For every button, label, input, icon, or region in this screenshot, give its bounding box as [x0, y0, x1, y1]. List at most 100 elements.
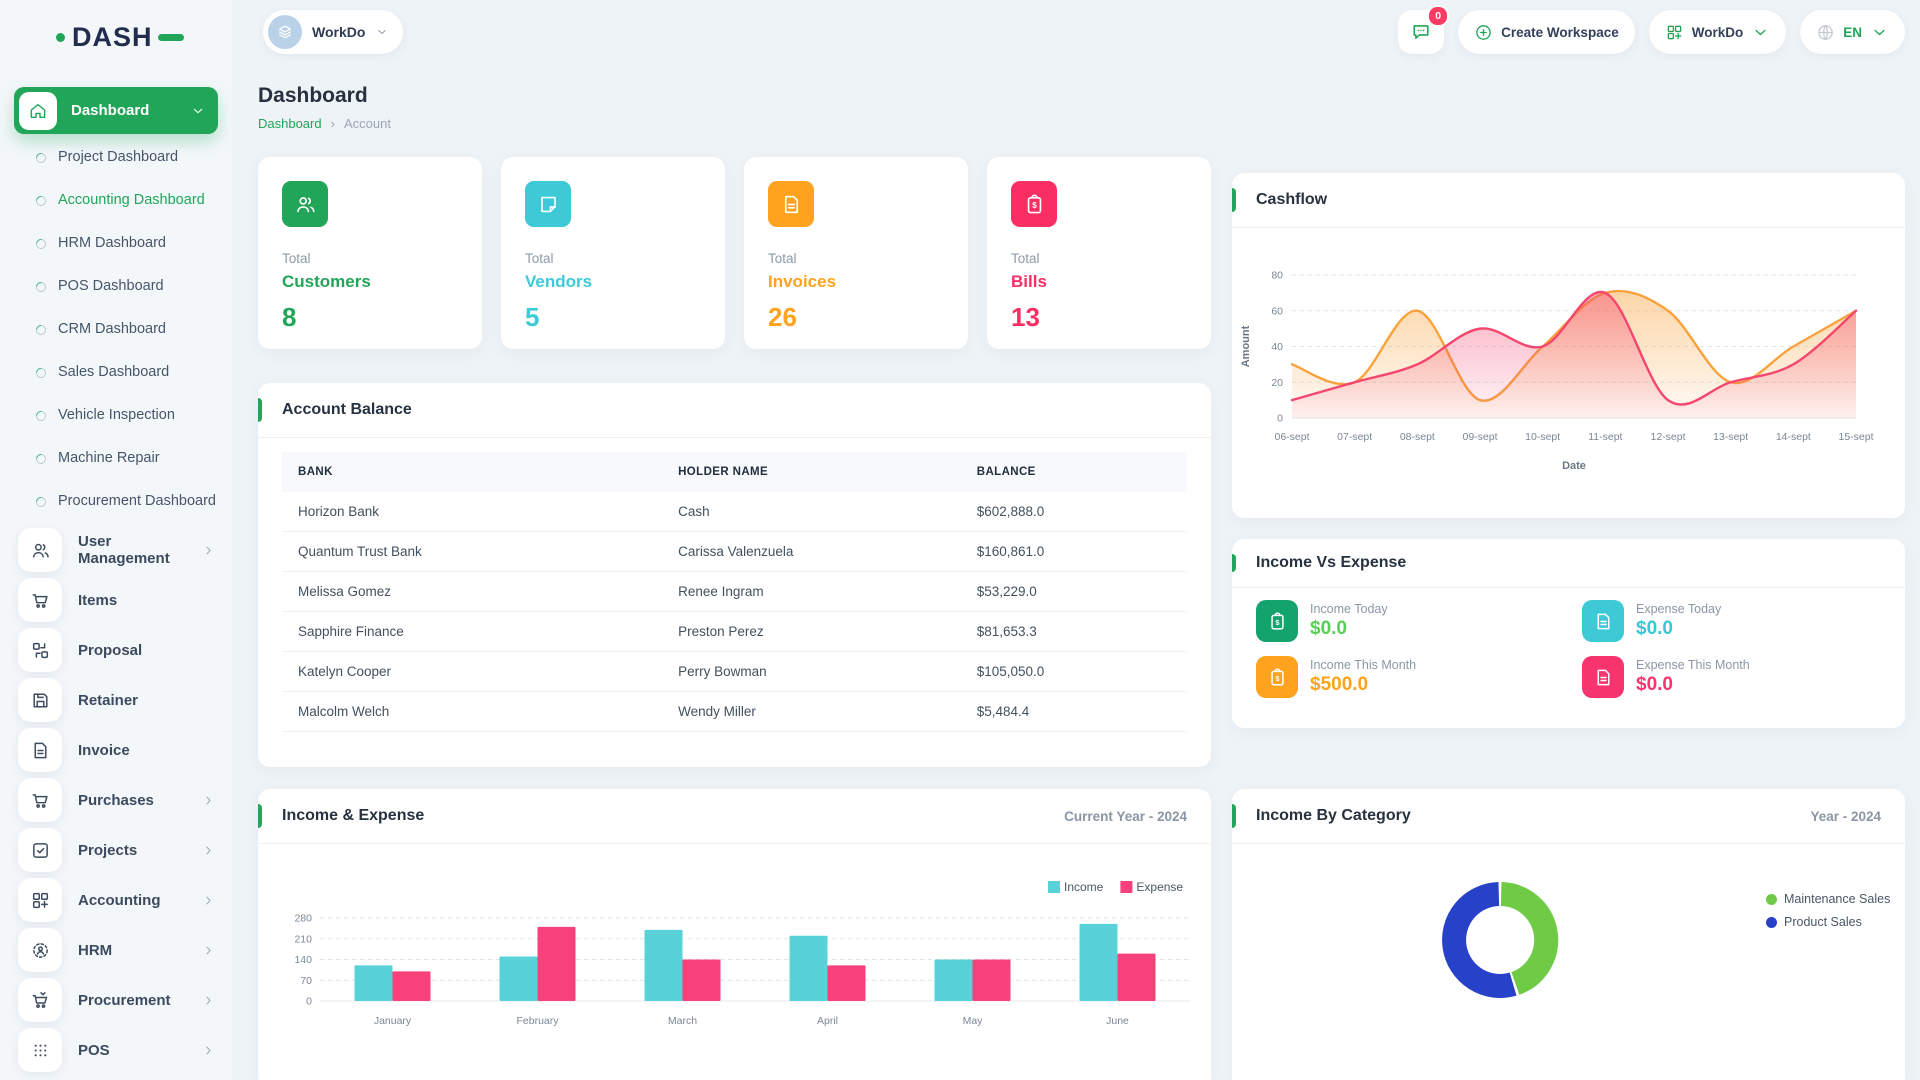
sidebar-item-proposal[interactable]: Proposal [14, 625, 218, 675]
stat-card-label: Customers [282, 272, 458, 292]
table-cell: $160,861.0 [961, 532, 1187, 572]
table-row[interactable]: Katelyn CooperPerry Bowman$105,050.0 [282, 652, 1187, 692]
sidebar-subitem-label: POS Dashboard [58, 277, 164, 297]
sidebar-subitem-label: Procurement Dashboard [58, 492, 216, 512]
sidebar-item-items[interactable]: Items [14, 575, 218, 625]
sidebar-item-user-management[interactable]: User Management [14, 525, 218, 575]
stat-card-value: 8 [282, 302, 458, 333]
sidebar-item-label: Accounting [78, 892, 201, 909]
table-row[interactable]: Horizon BankCash$602,888.0 [282, 492, 1187, 532]
icon-chip [18, 778, 62, 822]
svg-text:Date: Date [1562, 460, 1586, 472]
sidebar-item-invoice[interactable]: Invoice [14, 725, 218, 775]
icon-chip [18, 528, 62, 572]
table-column-header: BANK [282, 452, 662, 492]
app-logo[interactable]: DASH [0, 0, 232, 53]
stat-card-invoices[interactable]: TotalInvoices26 [744, 157, 968, 349]
panel-title: Income By Category [1256, 807, 1411, 825]
bill-icon: $ [1267, 667, 1288, 688]
table-cell: $81,653.3 [961, 612, 1187, 652]
bar-income-june [1080, 924, 1118, 1001]
table-cell: Melissa Gomez [282, 572, 662, 612]
table-row[interactable]: Quantum Trust BankCarissa Valenzuela$160… [282, 532, 1187, 572]
svg-text:10-sept: 10-sept [1525, 431, 1560, 443]
chevron-down-icon [375, 25, 389, 39]
table-cell: Horizon Bank [282, 492, 662, 532]
sidebar-item-accounting[interactable]: Accounting [14, 875, 218, 925]
retainer-icon [30, 690, 51, 711]
icon-chip [18, 1028, 62, 1072]
ive-label: Income This Month [1310, 658, 1416, 672]
sidebar-subitem[interactable]: Machine Repair [14, 437, 218, 480]
sidebar-item-pos[interactable]: POS [14, 1025, 218, 1075]
sidebar-item-procurement[interactable]: Procurement [14, 975, 218, 1025]
sidebar-subitem[interactable]: POS Dashboard [14, 265, 218, 308]
sidebar-item-dashboard[interactable]: Dashboard [14, 87, 218, 134]
svg-text:11-sept: 11-sept [1588, 431, 1622, 443]
legend-dot-icon [1766, 894, 1777, 905]
ive-value: $500.0 [1310, 674, 1416, 696]
legend-dot-icon [1766, 917, 1777, 928]
ive-tile-expense-today: Expense Today$0.0 [1582, 600, 1905, 642]
stat-card-label: Bills [1011, 272, 1187, 292]
breadcrumb-root-link[interactable]: Dashboard [258, 116, 322, 131]
svg-text:20: 20 [1271, 377, 1283, 389]
workdo-menu-button[interactable]: WorkDo [1649, 10, 1787, 54]
svg-text:15-sept: 15-sept [1838, 431, 1873, 443]
ive-tile-income-this-month: $ Income This Month $500.0 [1256, 656, 1582, 698]
table-cell: $5,484.4 [961, 692, 1187, 732]
users-icon [294, 193, 317, 216]
page-title: Dashboard [258, 84, 391, 108]
bar-income-may [935, 960, 973, 1002]
projects-icon [30, 840, 51, 861]
sidebar-subitem[interactable]: Vehicle Inspection [14, 394, 218, 437]
sidebar-item-retainer[interactable]: Retainer [14, 675, 218, 725]
sidebar: DASH Dashboard Project Dashboard Accounti… [0, 0, 232, 1080]
sidebar-item-label: Invoice [78, 742, 218, 759]
account-balance-table: BANKHOLDER NAMEBALANCE Horizon BankCash$… [282, 452, 1187, 732]
donut-slice-maintenance-sales [1501, 894, 1546, 983]
sidebar-item-projects[interactable]: Projects [14, 825, 218, 875]
sidebar-item-label: Items [78, 592, 218, 609]
workspace-switcher[interactable]: WorkDo [263, 10, 403, 54]
sidebar-subitem[interactable]: CRM Dashboard [14, 308, 218, 351]
messenger-button[interactable]: 0 [1398, 10, 1444, 54]
grid-plus-icon [1665, 23, 1684, 42]
invoice-icon [780, 193, 803, 216]
income-by-category-panel: Income By Category Year - 2024 Maintenan… [1232, 789, 1905, 1080]
sidebar-subitem[interactable]: Sales Dashboard [14, 351, 218, 394]
sidebar-item-hrm[interactable]: HRM [14, 925, 218, 975]
note-icon [537, 193, 560, 216]
legend-label-income: Income [1064, 880, 1104, 894]
language-selector[interactable]: EN [1800, 10, 1905, 54]
sidebar-item-label: Purchases [78, 792, 201, 809]
sidebar-subitem-label: Sales Dashboard [58, 363, 169, 383]
home-icon [28, 101, 48, 121]
sidebar-subitem[interactable]: HRM Dashboard [14, 222, 218, 265]
cart-icon [30, 590, 51, 611]
table-row[interactable]: Sapphire FinancePreston Perez$81,653.3 [282, 612, 1187, 652]
table-row[interactable]: Malcolm WelchWendy Miller$5,484.4 [282, 692, 1187, 732]
create-workspace-button[interactable]: Create Workspace [1458, 10, 1635, 54]
stat-card-vendors[interactable]: TotalVendors5 [501, 157, 725, 349]
sidebar-subitem-label: Project Dashboard [58, 148, 178, 168]
ive-value: $0.0 [1310, 618, 1388, 640]
sidebar-item-purchases[interactable]: Purchases [14, 775, 218, 825]
table-row[interactable]: Melissa GomezRenee Ingram$53,229.0 [282, 572, 1187, 612]
icon-chip [18, 578, 62, 622]
chevron-right-icon [201, 893, 216, 908]
svg-text:210: 210 [294, 933, 312, 945]
sidebar-subitem[interactable]: Accounting Dashboard [14, 179, 218, 222]
table-cell: Sapphire Finance [282, 612, 662, 652]
sidebar-subitem[interactable]: Procurement Dashboard [14, 480, 218, 523]
cart-icon [30, 790, 51, 811]
circle-icon [34, 451, 48, 465]
stat-card-icon-chip [525, 181, 571, 227]
stat-card-bills[interactable]: $TotalBills13 [987, 157, 1211, 349]
sidebar-subitem-label: HRM Dashboard [58, 234, 166, 254]
stat-card-customers[interactable]: TotalCustomers8 [258, 157, 482, 349]
svg-text:06-sept: 06-sept [1274, 431, 1309, 443]
sidebar-item-label: POS [78, 1042, 201, 1059]
sidebar-subitem[interactable]: Project Dashboard [14, 136, 218, 179]
sidebar-subitem-label: CRM Dashboard [58, 320, 166, 340]
